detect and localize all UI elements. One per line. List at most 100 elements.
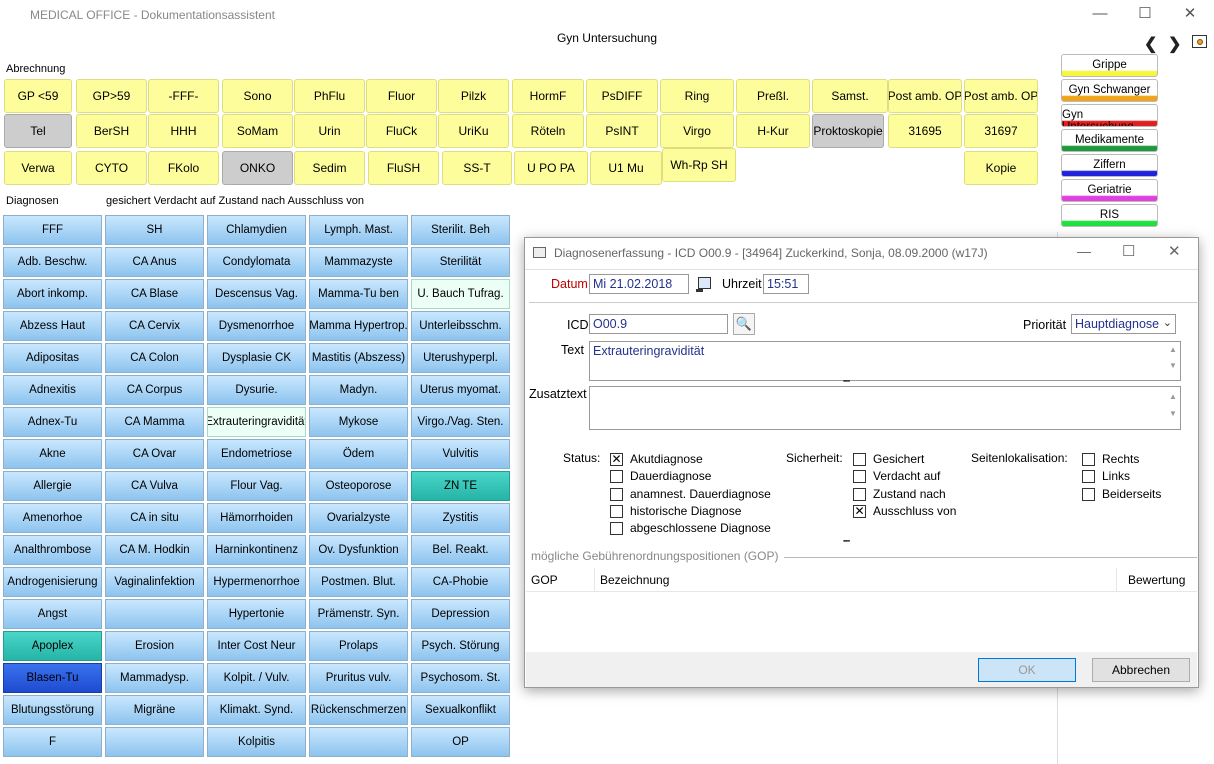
diagnose-hämorrhoiden-button[interactable]: Hämorrhoiden: [207, 503, 306, 533]
abrechnung-flush-button[interactable]: FluSH: [368, 151, 439, 185]
diagnose-analthrombose-button[interactable]: Analthrombose: [3, 535, 102, 565]
abrechnung-31695-button[interactable]: 31695: [888, 114, 962, 148]
icd-field[interactable]: O00.9: [589, 314, 728, 334]
diagnose-sterilit-beh-button[interactable]: Sterilit. Beh: [411, 215, 510, 245]
diagnose-ov-dysfunktion-button[interactable]: Ov. Dysfunktion: [309, 535, 408, 565]
diagnose-osteoporose-button[interactable]: Osteoporose: [309, 471, 408, 501]
minimize-icon[interactable]: —: [1090, 4, 1110, 24]
diagnose-sexualkonflikt-button[interactable]: Sexualkonflikt: [411, 695, 510, 725]
diagnose-erosion-button[interactable]: Erosion: [105, 631, 204, 661]
zusatztext-scrollbar[interactable]: ▲ ▼: [1166, 388, 1180, 428]
dauerdiagnose-label[interactable]: Dauerdiagnose: [630, 469, 711, 483]
uhrzeit-field[interactable]: 15:51: [763, 274, 809, 294]
diagnose-abzess-haut-button[interactable]: Abzess Haut: [3, 311, 102, 341]
diagnose-f-button[interactable]: F: [3, 727, 102, 757]
diagnose-ca-m-hodkin-button[interactable]: CA M. Hodkin: [105, 535, 204, 565]
diagnose-bel-reakt-button[interactable]: Bel. Reakt.: [411, 535, 510, 565]
anamnest-dauerdiagnose-label[interactable]: anamnest. Dauerdiagnose: [630, 487, 771, 501]
beiderseits-label[interactable]: Beiderseits: [1102, 487, 1161, 501]
abrechnung-fff-button[interactable]: -FFF-: [148, 79, 219, 113]
akutdiagnose-checkbox[interactable]: ✕: [610, 453, 623, 466]
close-icon[interactable]: ✕: [1180, 4, 1200, 24]
diagnose-ca-phobie-button[interactable]: CA-Phobie: [411, 567, 510, 597]
abrechnung-tel-button[interactable]: Tel: [4, 114, 72, 148]
diagnose-op-button[interactable]: OP: [411, 727, 510, 757]
category-gyn-untersuchung-button[interactable]: Gyn Untersuchung: [1061, 104, 1158, 127]
abrechnung-fluck-button[interactable]: FluCk: [366, 114, 437, 148]
anamnest-dauerdiagnose-checkbox[interactable]: [610, 488, 623, 501]
abrechnung-ring-button[interactable]: Ring: [660, 79, 734, 113]
diagnose-dysplasie-ck-button[interactable]: Dysplasie CK: [207, 343, 306, 373]
akutdiagnose-label[interactable]: Akutdiagnose: [630, 452, 703, 466]
diagnose-harninkontinenz-button[interactable]: Harninkontinenz: [207, 535, 306, 565]
abrechnung-gp-59-button[interactable]: GP <59: [4, 79, 72, 113]
diagnose-u-bauch-tufrag-button[interactable]: U. Bauch Tufrag.: [411, 279, 510, 309]
dialog-close-icon[interactable]: ✕: [1168, 242, 1181, 260]
abrechnung-u1-mu-button[interactable]: U1 Mu: [590, 151, 662, 185]
diagnose-adnex-tu-button[interactable]: Adnex-Tu: [3, 407, 102, 437]
diagnose-chlamydien-button[interactable]: Chlamydien: [207, 215, 306, 245]
rechts-checkbox[interactable]: [1082, 453, 1095, 466]
diagnose-mammadysp-button[interactable]: Mammadysp.: [105, 663, 204, 693]
diagnose-ca-in-situ-button[interactable]: CA in situ: [105, 503, 204, 533]
back-icon[interactable]: ❮: [1144, 34, 1157, 54]
ausschluss-von-checkbox[interactable]: ✕: [853, 505, 866, 518]
abrechnung-h-kur-button[interactable]: H-Kur: [736, 114, 810, 148]
links-label[interactable]: Links: [1102, 469, 1130, 483]
diagnose-ca-vulva-button[interactable]: CA Vulva: [105, 471, 204, 501]
diagnose-condylomata-button[interactable]: Condylomata: [207, 247, 306, 277]
diagnose-apoplex-button[interactable]: Apoplex: [3, 631, 102, 661]
zusatztext-field[interactable]: [589, 386, 1181, 430]
diagnose-virgo-vag-sten-button[interactable]: Virgo./Vag. Sten.: [411, 407, 510, 437]
category-medikamente-button[interactable]: Medikamente: [1061, 129, 1158, 152]
abrechnung-bersh-button[interactable]: BerSH: [76, 114, 147, 148]
abgeschlossene-diagnose-label[interactable]: abgeschlossene Diagnose: [630, 521, 771, 535]
dauerdiagnose-checkbox[interactable]: [610, 470, 623, 483]
diagnose-abort-inkomp-button[interactable]: Abort inkomp.: [3, 279, 102, 309]
diagnose-ca-cervix-button[interactable]: CA Cervix: [105, 311, 204, 341]
calendar-icon[interactable]: [695, 274, 714, 294]
diagnose-sterilität-button[interactable]: Sterilität: [411, 247, 510, 277]
maximize-icon[interactable]: ☐: [1135, 4, 1155, 24]
diagnose-empty-button[interactable]: [105, 727, 204, 757]
diagnose-fff-button[interactable]: FFF: [3, 215, 102, 245]
diagnose-sh-button[interactable]: SH: [105, 215, 204, 245]
diagnose-madyn-button[interactable]: Madyn.: [309, 375, 408, 405]
abrechnung-psint-button[interactable]: PsINT: [586, 114, 658, 148]
diagnose-blasen-tu-button[interactable]: Blasen-Tu: [3, 663, 102, 693]
verdacht-auf-label[interactable]: Verdacht auf: [873, 469, 940, 483]
abrechnung-sedim-button[interactable]: Sedim: [294, 151, 365, 185]
text-field[interactable]: Extrauteringravidität: [589, 341, 1181, 381]
diagnose-psychosom-st-button[interactable]: Psychosom. St.: [411, 663, 510, 693]
category-grippe-button[interactable]: Grippe: [1061, 54, 1158, 77]
diagnose-empty-button[interactable]: [105, 599, 204, 629]
diagnose-adipositas-button[interactable]: Adipositas: [3, 343, 102, 373]
abrechnung-sono-button[interactable]: Sono: [222, 79, 293, 113]
abrechnung-verwa-button[interactable]: Verwa: [4, 151, 72, 185]
diagnose-mastitis-abszess-button[interactable]: Mastitis (Abszess): [309, 343, 408, 373]
datum-field[interactable]: Mi 21.02.2018: [589, 274, 689, 294]
abrechnung-samst-button[interactable]: Samst.: [812, 79, 888, 113]
diagnose-unterleibsschm-button[interactable]: Unterleibsschm.: [411, 311, 510, 341]
diagnose-adnexitis-button[interactable]: Adnexitis: [3, 375, 102, 405]
abrechnung-urin-button[interactable]: Urin: [294, 114, 365, 148]
diagnose-vulvitis-button[interactable]: Vulvitis: [411, 439, 510, 469]
zustand-nach-checkbox[interactable]: [853, 488, 866, 501]
gesichert-label[interactable]: Gesichert: [873, 452, 924, 466]
forward-icon[interactable]: ❯: [1168, 34, 1181, 54]
diagnose-descensus-vag-button[interactable]: Descensus Vag.: [207, 279, 306, 309]
ok-button[interactable]: OK: [978, 658, 1076, 682]
verdacht-auf-checkbox[interactable]: [853, 470, 866, 483]
historische-diagnose-checkbox[interactable]: [610, 505, 623, 518]
abrechnung-proktoskopie-button[interactable]: Proktoskopie: [812, 114, 884, 148]
bewertung-col-header[interactable]: Bewertung: [1128, 573, 1185, 587]
links-checkbox[interactable]: [1082, 470, 1095, 483]
ausschluss-von-label[interactable]: Ausschluss von: [873, 504, 956, 518]
diagnose-blutungsstörung-button[interactable]: Blutungsstörung: [3, 695, 102, 725]
diagnose-uterus-myomat-button[interactable]: Uterus myomat.: [411, 375, 510, 405]
abrechnung-kopie-button[interactable]: Kopie: [964, 151, 1038, 185]
diagnose-mamma-tu-ben-button[interactable]: Mamma-Tu ben: [309, 279, 408, 309]
abrechnung-u-po-pa-button[interactable]: U PO PA: [514, 151, 588, 185]
splitter-handle[interactable]: '''''''''''': [843, 539, 850, 548]
diagnose-dysurie-button[interactable]: Dysurie.: [207, 375, 306, 405]
